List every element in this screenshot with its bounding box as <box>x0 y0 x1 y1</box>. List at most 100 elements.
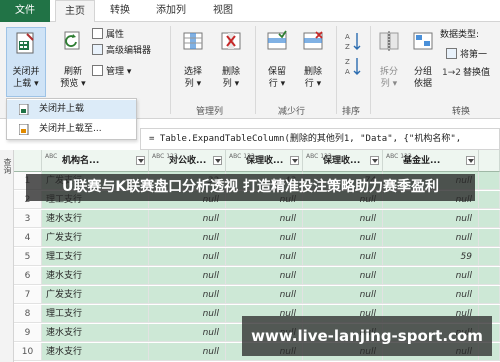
split-label-1: 拆分 <box>379 67 398 77</box>
table-cell[interactable]: null <box>149 267 226 285</box>
split-column-button[interactable]: 拆分 列 ▾ <box>374 30 404 90</box>
close-load-button[interactable]: 关闭并 上载 ▾ <box>6 27 46 97</box>
queries-pane-collapsed[interactable]: 查询 <box>0 150 14 362</box>
table-cell[interactable]: null <box>383 210 479 228</box>
column-type-icon: ABC <box>45 153 58 160</box>
table-cell[interactable]: null <box>226 267 303 285</box>
table-cell[interactable]: null <box>226 248 303 266</box>
table-cell[interactable]: 广发支行 <box>42 229 149 247</box>
choose-columns-button[interactable]: 选择 列 ▾ <box>176 30 210 90</box>
table-cell[interactable]: null <box>303 267 383 285</box>
tab-view[interactable]: 视图 <box>213 0 233 22</box>
formula-bar[interactable]: = Table.ExpandTableColumn(删除的其他列1, "Data… <box>140 128 500 150</box>
column-header[interactable]: ABC 123 保理收... <box>226 150 303 172</box>
table-cell-partial[interactable] <box>479 286 500 304</box>
advanced-editor-button[interactable]: 高级编辑器 <box>92 44 151 58</box>
table-cell[interactable]: 速水支行 <box>42 343 149 361</box>
table-cell[interactable]: 59 <box>383 248 479 266</box>
column-type-icon: ABC 123 <box>152 153 178 160</box>
table-cell-partial[interactable] <box>479 229 500 247</box>
row-number: 3 <box>14 210 42 228</box>
table-cell[interactable]: 理工支行 <box>42 305 149 323</box>
table-cell[interactable]: null <box>226 286 303 304</box>
svg-text:Z: Z <box>345 58 350 66</box>
row-number: 4 <box>14 229 42 247</box>
column-filter-icon[interactable] <box>466 156 475 165</box>
group-by-label-2: 依据 <box>413 79 432 89</box>
replace-values-button[interactable]: 1→2 替换值 <box>442 66 490 80</box>
tab-add-column[interactable]: 添加列 <box>156 0 186 22</box>
menu-file[interactable]: 文件 <box>0 0 50 22</box>
table-cell[interactable]: 速水支行 <box>42 210 149 228</box>
remove-columns-icon <box>221 32 241 50</box>
column-filter-icon[interactable] <box>136 156 145 165</box>
table-cell-partial[interactable] <box>479 248 500 266</box>
row-number: 5 <box>14 248 42 266</box>
sort-buttons[interactable]: A Z Z A <box>344 30 364 80</box>
table-cell[interactable]: null <box>383 286 479 304</box>
table-cell[interactable]: null <box>303 229 383 247</box>
close-load-label-2: 上载 ▾ <box>13 79 39 89</box>
table-cell-partial[interactable] <box>479 172 500 190</box>
keep-rows-button[interactable]: 保留 行 ▾ <box>260 30 294 90</box>
refresh-preview-button[interactable]: 刷新 预览 ▾ <box>56 30 90 90</box>
use-first-row-button[interactable]: 将第一 <box>446 48 487 62</box>
table-cell[interactable]: 广发支行 <box>42 286 149 304</box>
table-cell[interactable]: null <box>149 305 226 323</box>
table-cell[interactable]: 速水支行 <box>42 267 149 285</box>
refresh-label-1: 刷新 <box>63 67 82 77</box>
properties-button[interactable]: 属性 <box>92 28 124 42</box>
column-header-partial[interactable] <box>479 150 500 172</box>
column-header[interactable]: ABC 123 对公收... <box>149 150 226 172</box>
column-header[interactable]: ABC 机构名... <box>42 150 149 172</box>
column-filter-icon[interactable] <box>213 156 222 165</box>
table-cell[interactable]: 理工支行 <box>42 248 149 266</box>
table-cell-partial[interactable] <box>479 267 500 285</box>
sort-descending-icon: Z A <box>345 58 361 76</box>
table-cell[interactable]: null <box>303 210 383 228</box>
manage-button[interactable]: 管理 ▾ <box>92 65 131 79</box>
table-cell[interactable]: null <box>383 229 479 247</box>
table-cell[interactable]: 速水支行 <box>42 324 149 342</box>
menu-item-close-load[interactable]: 关闭并上载 <box>7 100 136 119</box>
table-cell[interactable]: null <box>303 286 383 304</box>
column-filter-icon[interactable] <box>370 156 379 165</box>
table-cell-partial[interactable] <box>479 191 500 209</box>
column-header[interactable]: ABC 123 基金业... <box>383 150 479 172</box>
table-cell[interactable]: null <box>303 248 383 266</box>
svg-text:A: A <box>345 68 350 76</box>
close-load-small-icon <box>19 104 29 115</box>
table-cell[interactable]: null <box>149 210 226 228</box>
close-load-to-small-icon <box>19 124 29 135</box>
close-load-label-1: 关闭并 <box>12 67 40 77</box>
ribbon-separator <box>336 26 337 114</box>
table-cell[interactable]: null <box>149 324 226 342</box>
keep-rows-icon <box>267 30 287 50</box>
remove-rows-button[interactable]: 删除 行 ▾ <box>296 30 330 90</box>
table-cell[interactable]: null <box>149 343 226 361</box>
menu-item-close-load-to[interactable]: 关闭并上载至... <box>7 120 136 139</box>
close-load-dropdown: 关闭并上载 关闭并上载至... <box>6 98 137 140</box>
column-header[interactable]: ABC 123 保理收... <box>303 150 383 172</box>
group-by-button[interactable]: 分组 依据 <box>408 30 438 90</box>
tab-transform[interactable]: 转换 <box>110 0 130 22</box>
remove-columns-button[interactable]: 删除 列 ▾ <box>214 30 248 90</box>
table-cell[interactable]: null <box>226 229 303 247</box>
svg-text:A: A <box>345 33 350 41</box>
table-cell[interactable]: null <box>149 229 226 247</box>
menu-item-close-load-label: 关闭并上载 <box>39 104 85 114</box>
table-cell-partial[interactable] <box>479 210 500 228</box>
advanced-editor-label: 高级编辑器 <box>106 46 152 56</box>
table-cell[interactable]: null <box>383 267 479 285</box>
column-header-label: 机构名... <box>62 156 100 166</box>
column-filter-icon[interactable] <box>290 156 299 165</box>
tab-home[interactable]: 主页 <box>55 0 95 23</box>
table-cell[interactable]: null <box>226 210 303 228</box>
remove-columns-label-1: 删除 <box>221 67 240 77</box>
keep-rows-label-1: 保留 <box>267 67 286 77</box>
overlay-title-banner: U联赛与K联赛盘口分析透视 打造精准投注策略助力赛季盈利 <box>26 174 475 201</box>
replace-values-prefix-icon: 1→2 <box>442 68 461 78</box>
table-cell[interactable]: null <box>149 248 226 266</box>
table-cell[interactable]: null <box>149 286 226 304</box>
data-type-button[interactable]: 数据类型: <box>440 28 479 42</box>
